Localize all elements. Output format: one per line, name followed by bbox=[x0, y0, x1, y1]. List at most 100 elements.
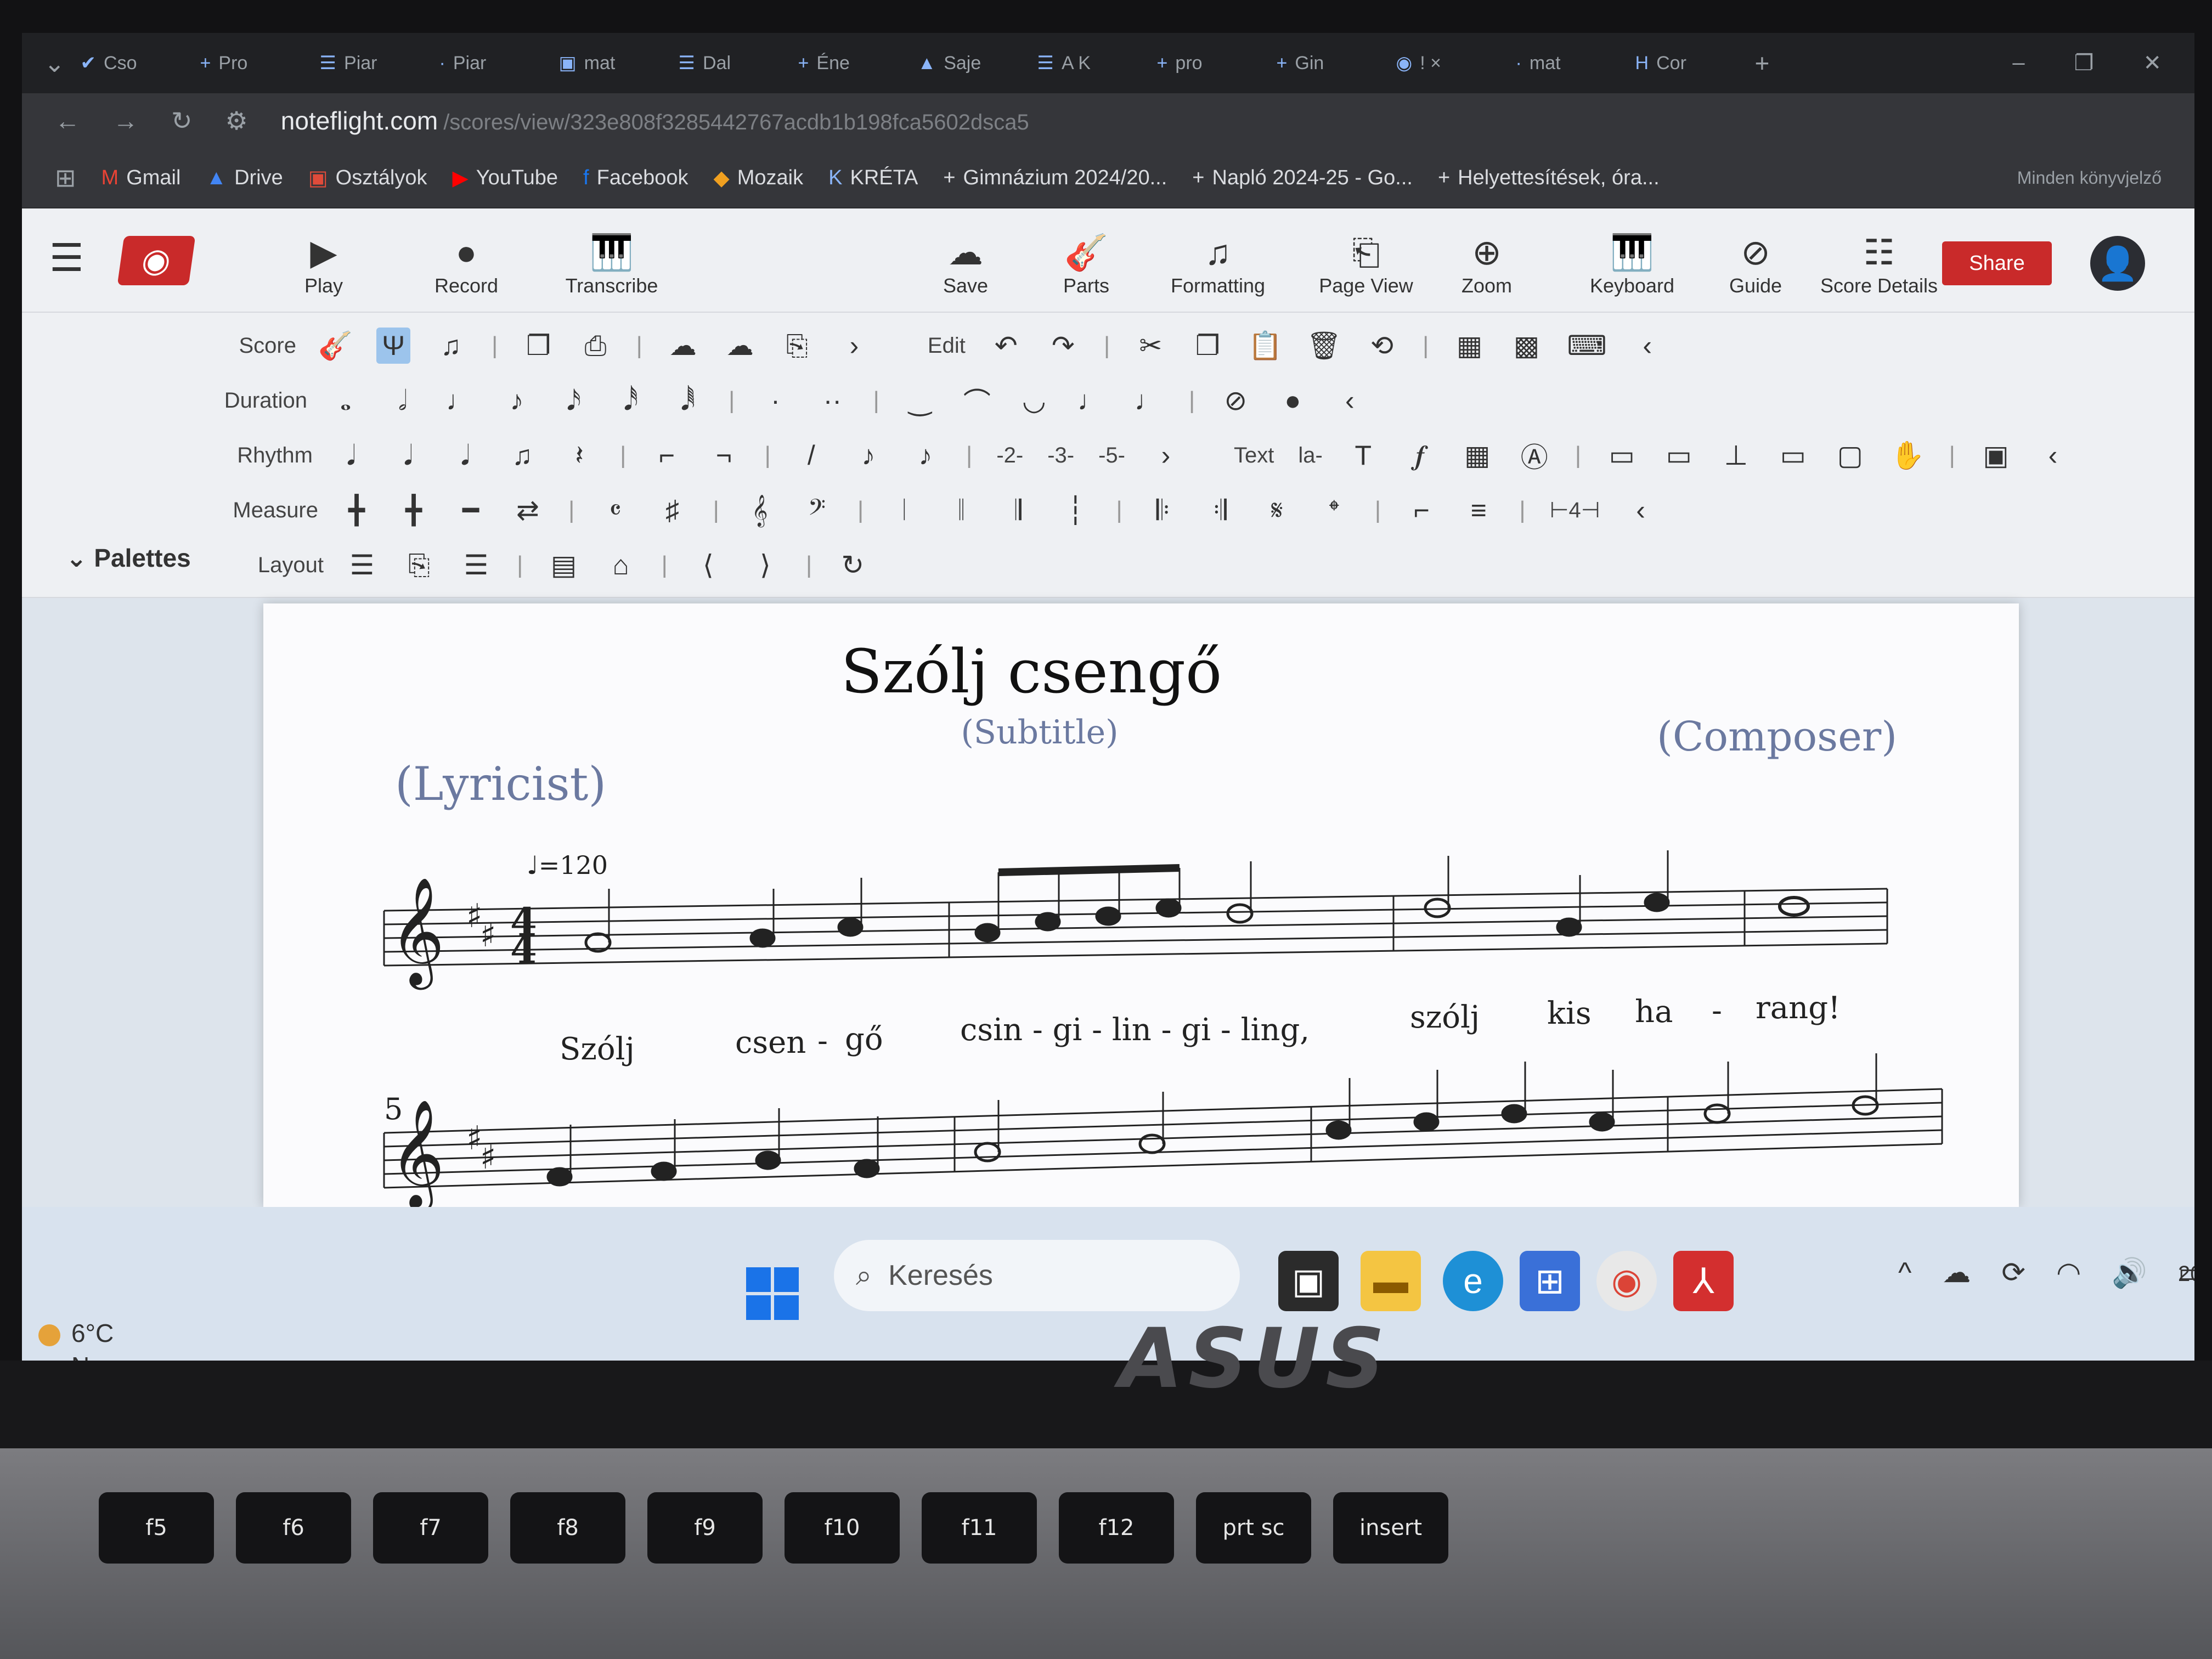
palettes-toggle[interactable]: ⌄ Palettes bbox=[66, 543, 191, 573]
slur-over-icon[interactable]: ⌒ bbox=[961, 381, 994, 420]
chord-diagram-icon[interactable]: ▦ bbox=[1461, 439, 1494, 471]
browser-tab[interactable]: · mat bbox=[1516, 52, 1620, 74]
browser-tab[interactable]: ◉ ! × bbox=[1396, 52, 1500, 74]
undo-icon[interactable]: ↶ bbox=[990, 330, 1023, 362]
whole-note-icon[interactable]: 𝅝 bbox=[329, 385, 362, 417]
filled-notehead-icon[interactable]: ● bbox=[1276, 385, 1309, 416]
new-tab-button[interactable]: + bbox=[1755, 48, 1770, 78]
dot-icon[interactable]: · bbox=[759, 385, 792, 416]
insert-measure-after-icon[interactable]: ╋ bbox=[397, 494, 430, 526]
beam-start-icon[interactable]: ⌐ bbox=[650, 439, 683, 471]
browser-tab[interactable]: ▲ Saje bbox=[918, 52, 1022, 74]
keyboard-icon[interactable]: ⌨ bbox=[1567, 330, 1606, 362]
quintuplet-button[interactable]: -5- bbox=[1098, 443, 1125, 468]
taskbar-search-box[interactable]: ⌕ Keresés bbox=[834, 1240, 1240, 1311]
chevron-left-icon[interactable]: ‹ bbox=[1624, 494, 1657, 526]
bookmark-item[interactable]: M Gmail bbox=[101, 166, 181, 190]
share-button[interactable]: Share bbox=[1942, 241, 2052, 285]
rest-icon[interactable]: 𝄽 bbox=[563, 439, 596, 472]
chevron-right-icon[interactable]: › bbox=[1149, 439, 1182, 471]
repeat-start-icon[interactable]: 𝄆 bbox=[1147, 494, 1180, 527]
repeat-icon[interactable]: ⟲ bbox=[1365, 330, 1398, 362]
browser-tab[interactable]: ✔ Cso bbox=[81, 52, 185, 74]
copy-icon[interactable]: ❐ bbox=[1191, 330, 1224, 362]
footer-icon[interactable]: ▭ bbox=[1662, 439, 1695, 471]
save-button[interactable]: ☁ Save bbox=[922, 230, 1009, 297]
lyric-syllable[interactable]: szólj bbox=[1410, 1000, 1480, 1035]
volta-icon[interactable]: ⌐ bbox=[1405, 494, 1438, 526]
tremolo-1-icon[interactable]: 𝅘𝅥 bbox=[335, 439, 368, 472]
sixteenth-note-icon[interactable]: 𝅘𝅥𝅯 bbox=[557, 385, 590, 417]
restore-button[interactable]: ❐ bbox=[2074, 50, 2094, 76]
bookmark-item[interactable]: ◆ Mozaik bbox=[714, 166, 804, 190]
text-align-icon[interactable]: ⊥ bbox=[1719, 439, 1752, 471]
triplet-button[interactable]: -3- bbox=[1047, 443, 1074, 468]
grid-large-icon[interactable]: ▦ bbox=[1453, 330, 1486, 362]
half-note-icon[interactable]: 𝅗𝅥 bbox=[386, 385, 419, 417]
parts-button[interactable]: 🎸 Parts bbox=[1042, 230, 1130, 297]
insert-measure-before-icon[interactable]: ╋ bbox=[340, 494, 373, 526]
tremolo-2-icon[interactable]: 𝅘𝅥 bbox=[392, 439, 425, 472]
edge-browser-icon[interactable]: e bbox=[1443, 1251, 1503, 1311]
print-icon[interactable]: ⎙ bbox=[579, 330, 612, 362]
header-icon[interactable]: ▭ bbox=[1605, 439, 1638, 471]
delete-measure-icon[interactable]: ━ bbox=[454, 494, 487, 526]
bookmark-item[interactable]: + Gimnázium 2024/20... bbox=[943, 166, 1167, 190]
sixty-fourth-note-icon[interactable]: 𝅘𝅥𝅱 bbox=[672, 385, 704, 417]
delete-icon[interactable]: 🗑 bbox=[1307, 330, 1341, 362]
hand-icon[interactable]: ✋ bbox=[1891, 439, 1925, 472]
note-comment-icon[interactable]: ▢ bbox=[1833, 439, 1866, 471]
browser-tab[interactable]: + Éne bbox=[798, 52, 902, 74]
grace-note-icon[interactable]: ♩ bbox=[1075, 385, 1108, 416]
dynamics-icon[interactable]: 𝆑 bbox=[1404, 439, 1437, 472]
weather-widget[interactable]: 6°C Napos bbox=[38, 1317, 144, 1361]
swap-measure-icon[interactable]: ⇄ bbox=[511, 494, 544, 526]
lyric-syllable[interactable]: rang! bbox=[1756, 990, 1841, 1026]
paste-icon[interactable]: 📋 bbox=[1248, 330, 1282, 362]
sync-icon[interactable]: ⟳ bbox=[2001, 1256, 2025, 1290]
back-arrow-icon[interactable]: ← bbox=[55, 106, 80, 136]
chevron-left-icon[interactable]: ‹ bbox=[2036, 439, 2069, 471]
reload-icon[interactable]: ↻ bbox=[171, 106, 193, 136]
tremolo-3-icon[interactable]: 𝅘𝅥 bbox=[449, 439, 482, 472]
bookmark-item[interactable]: f Facebook bbox=[583, 166, 688, 190]
bracket-icon[interactable]: ⟨ bbox=[692, 549, 725, 581]
cue-note-icon[interactable]: ♩ bbox=[1132, 385, 1165, 416]
acciaccatura-icon[interactable]: ♪ bbox=[909, 439, 942, 471]
bookmark-item[interactable]: ▶ YouTube bbox=[452, 166, 558, 190]
staff-notation[interactable]: 𝄞 ♯ ♯ 4 4 𝄞 ♯ ♯ bbox=[263, 603, 2019, 1207]
grid-small-icon[interactable]: ▩ bbox=[1510, 330, 1543, 362]
windows-start-icon[interactable] bbox=[746, 1267, 799, 1320]
browser-tab[interactable]: ☰ Dal bbox=[679, 52, 783, 74]
chrome-browser-icon[interactable]: ◉ bbox=[1596, 1251, 1657, 1311]
onedrive-icon[interactable]: ☁ bbox=[1942, 1256, 1971, 1290]
bookmark-item[interactable]: + Napló 2024-25 - Go... bbox=[1192, 166, 1413, 190]
chevron-right-icon[interactable]: › bbox=[838, 330, 871, 362]
quarter-note-icon[interactable]: ♩ bbox=[443, 385, 476, 416]
tuning-fork-icon[interactable]: Ψ bbox=[376, 328, 411, 364]
time-signature-icon[interactable]: 𝄴 bbox=[599, 494, 631, 527]
redo-icon[interactable]: ↷ bbox=[1047, 330, 1080, 362]
multirest-button[interactable]: ⊢4⊣ bbox=[1550, 498, 1600, 523]
browser-tab[interactable]: + Gin bbox=[1277, 52, 1381, 74]
browser-tab[interactable]: H Cor bbox=[1635, 52, 1740, 74]
volume-icon[interactable]: 🔊 bbox=[2112, 1256, 2147, 1290]
keyboard-button[interactable]: 🎹 Keyboard bbox=[1580, 230, 1684, 297]
cut-icon[interactable]: ✂ bbox=[1134, 330, 1167, 362]
lyric-syllable[interactable]: kis bbox=[1547, 996, 1592, 1031]
microsoft-store-icon[interactable]: ⊞ bbox=[1520, 1251, 1580, 1311]
ending-icon[interactable]: ≡ bbox=[1462, 494, 1495, 526]
text-bold-icon[interactable]: T bbox=[1347, 439, 1380, 471]
acrobat-reader-icon[interactable]: ⅄ bbox=[1673, 1251, 1734, 1311]
file-explorer-icon[interactable]: ▬ bbox=[1361, 1251, 1421, 1311]
lyric-syllable[interactable]: Szólj bbox=[560, 1031, 635, 1067]
staff-spacing-icon[interactable]: ⌂ bbox=[604, 549, 637, 581]
cloud-download-icon[interactable]: ☁ bbox=[724, 330, 757, 362]
title-icon[interactable]: ▭ bbox=[1776, 439, 1809, 471]
bookmark-item[interactable]: + Helyettesítések, óra... bbox=[1438, 166, 1660, 190]
tie-icon[interactable]: ‿ bbox=[904, 385, 936, 416]
record-button[interactable]: ● Record bbox=[422, 230, 510, 297]
play-button[interactable]: ▶ Play bbox=[280, 230, 368, 297]
barline-icon[interactable]: 𝄀 bbox=[888, 494, 921, 527]
double-dot-icon[interactable]: ·· bbox=[816, 385, 849, 416]
